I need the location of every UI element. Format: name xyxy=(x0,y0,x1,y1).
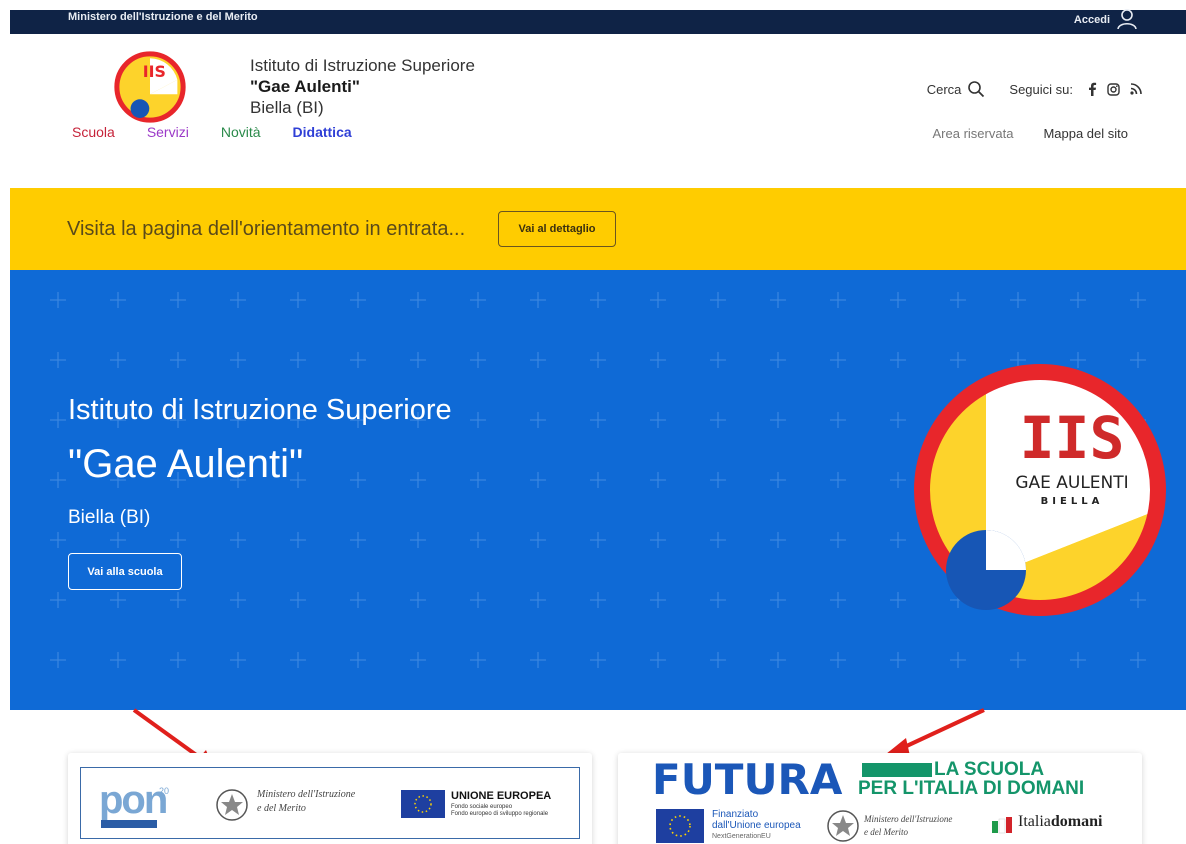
futura-nextgen: NextGenerationEU xyxy=(712,833,771,840)
school-name[interactable]: Istituto di Istruzione Superiore "Gae Au… xyxy=(250,55,475,118)
red-arrow-right xyxy=(886,708,985,756)
vai-alla-scuola-button[interactable]: Vai alla scuola xyxy=(68,553,182,590)
ministry-link[interactable]: Ministero dell'Istruzione e del Merito xyxy=(68,11,258,23)
search-label: Cerca xyxy=(926,81,962,97)
social-links xyxy=(1087,82,1142,96)
search-icon xyxy=(968,81,985,98)
italia-domani-b: domani xyxy=(1050,813,1103,830)
school-name-line1: Istituto di Istruzione Superiore xyxy=(250,56,475,75)
social-label: Seguici su: xyxy=(1009,81,1073,97)
hero-subtitle: Biella (BI) xyxy=(68,507,151,528)
facebook-icon[interactable] xyxy=(1087,82,1097,96)
rss-icon[interactable] xyxy=(1130,83,1142,95)
eu-flag-icon xyxy=(656,809,704,843)
italia-domani-flag-icon xyxy=(992,817,1012,834)
futura-funding-line1: Finanziato xyxy=(712,809,759,820)
futura-green-bar xyxy=(862,763,932,777)
logo-monogram: IIS xyxy=(143,62,166,81)
school-logo[interactable]: IIS xyxy=(114,51,186,123)
header-tools: Cerca Seguici su: xyxy=(927,80,1142,98)
italia-domani-a: Italia xyxy=(1018,813,1051,830)
instagram-icon[interactable] xyxy=(1107,82,1120,96)
eu-fund-line1: Fondo sociale europeo xyxy=(451,804,513,810)
school-logo-large: IIS GAE AULENTI BIELLA xyxy=(914,364,1166,616)
nav-item-scuola[interactable]: Scuola xyxy=(72,124,115,140)
futura-logo: FUTURA xyxy=(652,755,843,804)
login-button[interactable]: Accedi xyxy=(1073,9,1138,29)
login-label: Accedi xyxy=(1073,14,1110,26)
hero-section: Istituto di Istruzione Superiore "Gae Au… xyxy=(10,270,1186,710)
area-riservata-link[interactable]: Area riservata xyxy=(933,126,1014,141)
hero-title-line2: "Gae Aulenti" xyxy=(68,442,304,486)
pon-logo: pon xyxy=(99,778,168,822)
secondary-nav: Area riservata Mappa del sito xyxy=(933,126,1128,141)
mappa-del-sito-link[interactable]: Mappa del sito xyxy=(1043,126,1128,141)
nav-item-didattica[interactable]: Didattica xyxy=(293,124,352,140)
site-header: IIS Istituto di Istruzione Superiore "Ga… xyxy=(10,34,1186,188)
pon-ministry-line2: e del Merito xyxy=(257,803,306,814)
italian-emblem-icon xyxy=(216,789,248,821)
logo-large-city: BIELLA xyxy=(1041,496,1104,507)
futura-funding-text: Finanziato dall'Unione europea xyxy=(712,809,801,831)
nav-item-novita[interactable]: Novità xyxy=(221,124,261,140)
pon-ministry-line1: Ministero dell'Istruzione xyxy=(257,789,356,800)
search-button[interactable]: Cerca xyxy=(927,80,986,98)
nav-item-servizi[interactable]: Servizi xyxy=(147,124,189,140)
eu-flag-icon xyxy=(401,790,445,818)
banner-detail-button[interactable]: Vai al dettaglio xyxy=(498,211,616,247)
futura-ministry-line2: e del Merito xyxy=(864,827,908,837)
hero-title-line1: Istituto di Istruzione Superiore xyxy=(68,394,452,426)
futura-tagline2: PER L'ITALIA DI DOMANI xyxy=(858,778,1085,799)
eu-fund-line2: Fondo europeo di sviluppo regionale xyxy=(451,811,549,817)
futura-funding-line2: dall'Unione europea xyxy=(712,820,801,831)
notice-banner: Visita la pagina dell'orientamento in en… xyxy=(10,188,1186,270)
school-name-line2: "Gae Aulenti" xyxy=(250,77,360,96)
pon-year: 20 xyxy=(159,786,170,796)
eu-funds: Fondo sociale europeo Fondo europeo di s… xyxy=(451,804,548,818)
user-icon xyxy=(1117,9,1137,29)
futura-ministry-line1: Ministero dell'Istruzione xyxy=(864,814,953,824)
futura-ministry-text: Ministero dell'Istruzione e del Merito xyxy=(864,813,952,839)
logo-large-name: GAE AULENTI xyxy=(1015,473,1128,493)
pon-ministry-text: Ministero dell'Istruzione e del Merito xyxy=(257,788,355,816)
pon-banner: pon 20 Ministero dell'Istruzione e del M… xyxy=(80,767,580,839)
eu-title: UNIONE EUROPEA xyxy=(451,790,552,802)
main-nav: Scuola Servizi Novità Didattica xyxy=(72,124,352,140)
futura-card[interactable]: FUTURA LA SCUOLA PER L'ITALIA DI DOMANI … xyxy=(618,753,1142,844)
pon-sub-bar xyxy=(101,820,157,828)
school-name-line3: Biella (BI) xyxy=(250,98,324,117)
italia-domani-text: Italiadomani xyxy=(1018,813,1102,831)
italian-emblem-icon xyxy=(827,810,859,842)
logo-large-monogram: IIS xyxy=(1020,404,1125,472)
banner-text: Visita la pagina dell'orientamento in en… xyxy=(67,218,466,240)
pon-card[interactable]: pon 20 Ministero dell'Istruzione e del M… xyxy=(68,753,592,844)
top-bar: Ministero dell'Istruzione e del Merito A… xyxy=(10,9,1186,34)
